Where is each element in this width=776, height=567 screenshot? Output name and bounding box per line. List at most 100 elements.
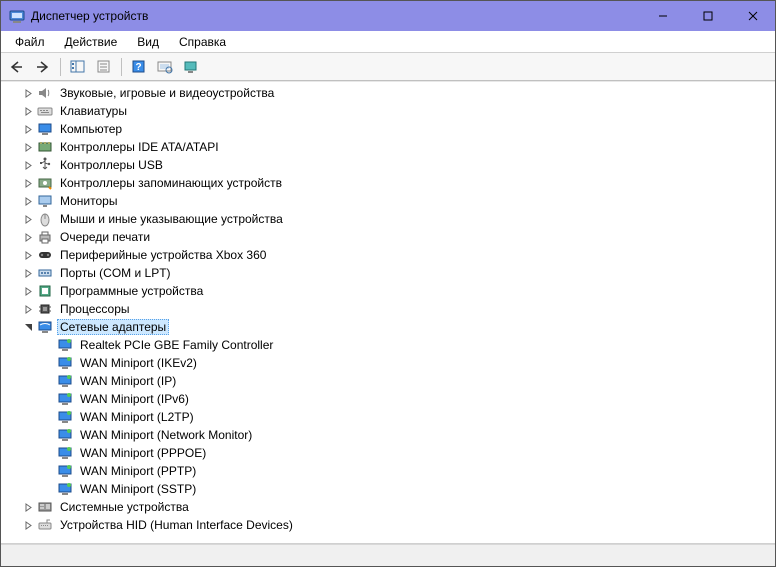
monitor-icon	[37, 193, 53, 209]
tree-device[interactable]: WAN Miniport (SSTP)	[7, 480, 775, 498]
forward-button[interactable]	[31, 56, 55, 78]
tree-category[interactable]: Клавиатуры	[7, 102, 775, 120]
tree-category[interactable]: Устройства HID (Human Interface Devices)	[7, 516, 775, 534]
expander-closed-icon[interactable]	[21, 86, 35, 100]
tree-device[interactable]: WAN Miniport (PPPOE)	[7, 444, 775, 462]
properties-button[interactable]	[92, 56, 116, 78]
expander-closed-icon[interactable]	[21, 518, 35, 532]
tree-device[interactable]: WAN Miniport (Network Monitor)	[7, 426, 775, 444]
close-button[interactable]	[730, 1, 775, 31]
network-adapter-icon	[57, 391, 73, 407]
tree-device[interactable]: WAN Miniport (IPv6)	[7, 390, 775, 408]
tree-device-label: WAN Miniport (PPPOE)	[77, 445, 209, 461]
system-icon	[37, 499, 53, 515]
show-hide-tree-button[interactable]	[66, 56, 90, 78]
menu-file[interactable]: Файл	[5, 33, 55, 51]
tree-device-label: WAN Miniport (L2TP)	[77, 409, 197, 425]
maximize-button[interactable]	[685, 1, 730, 31]
menu-bar: Файл Действие Вид Справка	[1, 31, 775, 53]
devices-button[interactable]	[179, 56, 203, 78]
printer-icon	[37, 229, 53, 245]
tree-category[interactable]: Компьютер	[7, 120, 775, 138]
tree-category-label: Очереди печати	[57, 229, 153, 245]
computer-icon	[37, 121, 53, 137]
tree-category-label: Контроллеры IDE ATA/ATAPI	[57, 139, 222, 155]
network-icon	[37, 319, 53, 335]
menu-view[interactable]: Вид	[127, 33, 169, 51]
tree-category[interactable]: Контроллеры запоминающих устройств	[7, 174, 775, 192]
sound-icon	[37, 85, 53, 101]
ide-icon	[37, 139, 53, 155]
mouse-icon	[37, 211, 53, 227]
expander-open-icon[interactable]	[21, 320, 35, 334]
software-icon	[37, 283, 53, 299]
tree-device[interactable]: WAN Miniport (L2TP)	[7, 408, 775, 426]
tree-category-label: Устройства HID (Human Interface Devices)	[57, 517, 296, 533]
tree-device-label: WAN Miniport (Network Monitor)	[77, 427, 255, 443]
toolbar-separator	[60, 58, 61, 76]
tree-category[interactable]: Контроллеры IDE ATA/ATAPI	[7, 138, 775, 156]
tree-category-label: Звуковые, игровые и видеоустройства	[57, 85, 277, 101]
tree-category[interactable]: Очереди печати	[7, 228, 775, 246]
window-title: Диспетчер устройств	[31, 9, 640, 23]
tree-category-label: Сетевые адаптеры	[57, 319, 169, 335]
tree-device[interactable]: WAN Miniport (IKEv2)	[7, 354, 775, 372]
tree-device[interactable]: WAN Miniport (PPTP)	[7, 462, 775, 480]
tree-category[interactable]: Периферийные устройства Xbox 360	[7, 246, 775, 264]
expander-closed-icon[interactable]	[21, 284, 35, 298]
expander-closed-icon[interactable]	[21, 122, 35, 136]
tree-device-label: Realtek PCIe GBE Family Controller	[77, 337, 276, 353]
tree-category-label: Мыши и иные указывающие устройства	[57, 211, 286, 227]
tree-category-label: Мониторы	[57, 193, 120, 209]
expander-closed-icon[interactable]	[21, 194, 35, 208]
expander-closed-icon[interactable]	[21, 140, 35, 154]
port-icon	[37, 265, 53, 281]
tree-category[interactable]: Системные устройства	[7, 498, 775, 516]
tree-category[interactable]: Процессоры	[7, 300, 775, 318]
tree-category-label: Системные устройства	[57, 499, 192, 515]
tree-panel[interactable]: Звуковые, игровые и видеоустройства Клави…	[1, 81, 775, 544]
tree-device-label: WAN Miniport (SSTP)	[77, 481, 199, 497]
hid-icon	[37, 517, 53, 533]
menu-help[interactable]: Справка	[169, 33, 236, 51]
tree-category[interactable]: Программные устройства	[7, 282, 775, 300]
tree-category[interactable]: Звуковые, игровые и видеоустройства	[7, 84, 775, 102]
tree-category-label: Клавиатуры	[57, 103, 130, 119]
expander-closed-icon[interactable]	[21, 230, 35, 244]
expander-closed-icon[interactable]	[21, 266, 35, 280]
expander-closed-icon[interactable]	[21, 302, 35, 316]
expander-closed-icon[interactable]	[21, 176, 35, 190]
back-button[interactable]	[5, 56, 29, 78]
expander-closed-icon[interactable]	[21, 212, 35, 226]
tree-category-label: Порты (COM и LPT)	[57, 265, 174, 281]
title-bar: Диспетчер устройств	[1, 1, 775, 31]
tree-device-label: WAN Miniport (IPv6)	[77, 391, 192, 407]
minimize-button[interactable]	[640, 1, 685, 31]
xbox-icon	[37, 247, 53, 263]
tree-category[interactable]: Контроллеры USB	[7, 156, 775, 174]
tree-category-label: Периферийные устройства Xbox 360	[57, 247, 269, 263]
menu-action[interactable]: Действие	[55, 33, 128, 51]
storage-icon	[37, 175, 53, 191]
expander-closed-icon[interactable]	[21, 158, 35, 172]
expander-closed-icon[interactable]	[21, 104, 35, 118]
status-bar	[1, 544, 775, 566]
network-adapter-icon	[57, 373, 73, 389]
expander-closed-icon[interactable]	[21, 248, 35, 262]
tree-category[interactable]: Сетевые адаптеры	[7, 318, 775, 336]
tree-category[interactable]: Порты (COM и LPT)	[7, 264, 775, 282]
usb-icon	[37, 157, 53, 173]
svg-text:?: ?	[135, 62, 141, 73]
network-adapter-icon	[57, 481, 73, 497]
help-button[interactable]: ?	[127, 56, 151, 78]
tree-device[interactable]: WAN Miniport (IP)	[7, 372, 775, 390]
tree-category-label: Процессоры	[57, 301, 133, 317]
tree-device-label: WAN Miniport (PPTP)	[77, 463, 199, 479]
network-adapter-icon	[57, 409, 73, 425]
tree-device[interactable]: Realtek PCIe GBE Family Controller	[7, 336, 775, 354]
toolbar: ?	[1, 53, 775, 81]
tree-category[interactable]: Мыши и иные указывающие устройства	[7, 210, 775, 228]
expander-closed-icon[interactable]	[21, 500, 35, 514]
tree-category[interactable]: Мониторы	[7, 192, 775, 210]
scan-hardware-button[interactable]	[153, 56, 177, 78]
